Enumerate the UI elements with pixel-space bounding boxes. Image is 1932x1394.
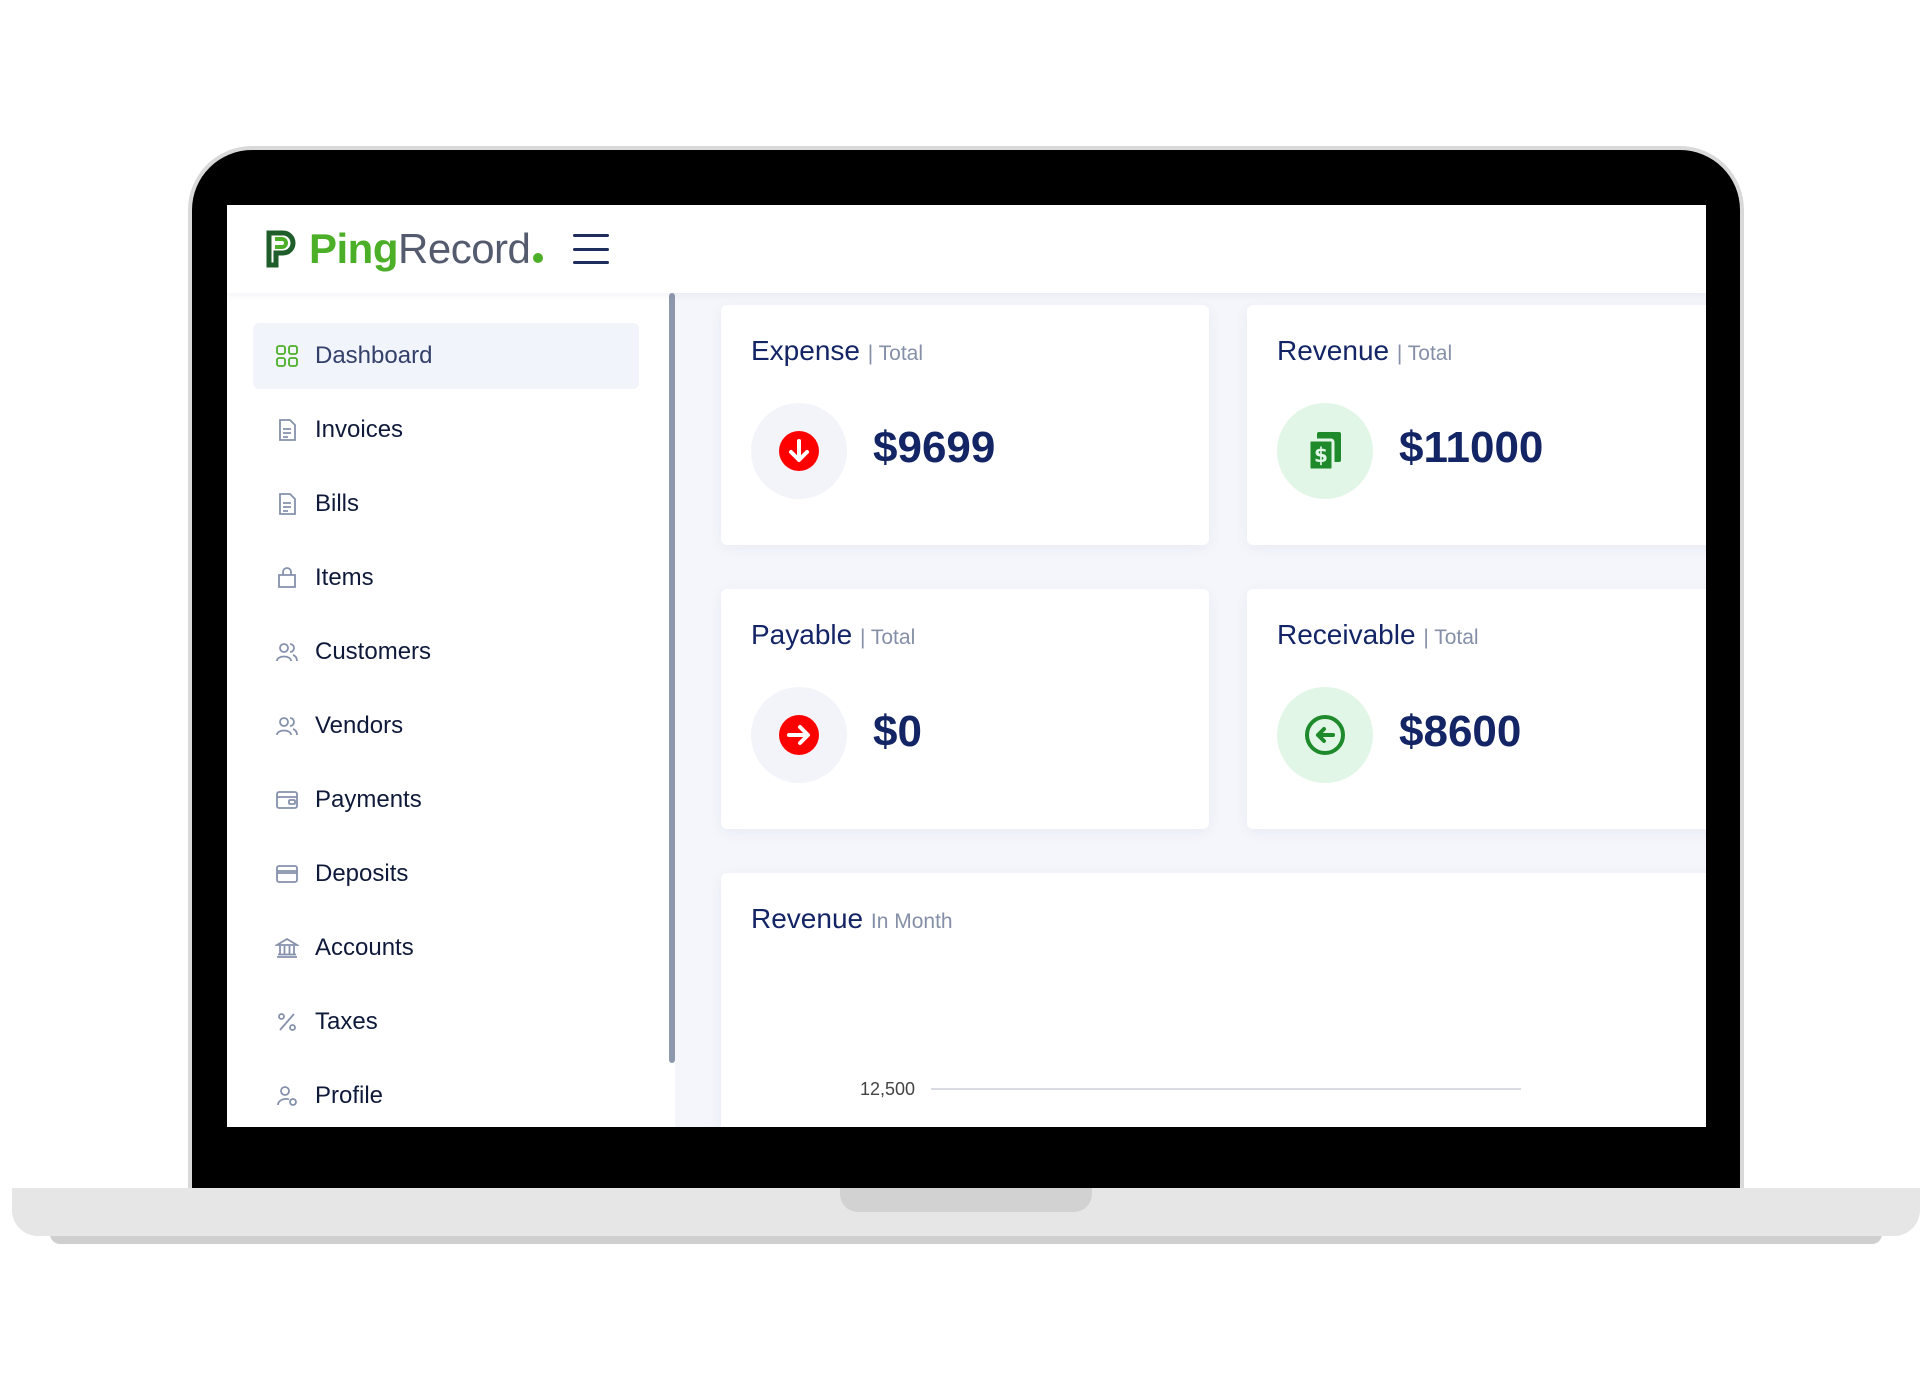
- sidebar-nav: Dashboard Invoices Bills Items Customers…: [253, 323, 639, 1127]
- percent-icon: [275, 1010, 299, 1034]
- sidebar-item-label: Deposits: [315, 860, 409, 887]
- sidebar-item-profile[interactable]: Profile: [253, 1063, 639, 1127]
- revenue-card: Revenue | Total $ $11000: [1247, 305, 1706, 545]
- arrow-right-circle-icon: [779, 715, 819, 755]
- sidebar-item-label: Accounts: [315, 934, 414, 961]
- menu-toggle-button[interactable]: [573, 234, 610, 264]
- sidebar-item-payments[interactable]: Payments: [253, 767, 639, 833]
- card-subtitle: | Total: [1423, 626, 1479, 649]
- hamburger-line: [573, 234, 610, 237]
- receivable-value: $8600: [1399, 707, 1522, 756]
- wallet-icon: [275, 788, 299, 812]
- hamburger-line: [573, 247, 610, 251]
- sidebar-item-label: Bills: [315, 490, 360, 517]
- logo-record: Record: [398, 225, 531, 272]
- sidebar-item-label: Dashboard: [315, 342, 433, 369]
- arrow-left-circle-icon: [1305, 715, 1345, 755]
- sidebar-item-label: Invoices: [315, 416, 404, 443]
- laptop-notch: [840, 1188, 1092, 1212]
- sidebar-item-bills[interactable]: Bills: [253, 471, 639, 537]
- sidebar-item-invoices[interactable]: Invoices: [253, 397, 639, 463]
- svg-text:$: $: [1314, 443, 1328, 467]
- top-bar: PingRecord: [227, 205, 1706, 293]
- document-icon: [275, 418, 299, 442]
- receivable-icon-wrap: [1277, 687, 1373, 783]
- receivable-card: Receivable | Total $8600: [1247, 589, 1706, 829]
- logo-text: PingRecord: [309, 225, 544, 272]
- card-title: Receivable | Total: [1277, 619, 1479, 651]
- grid-icon: [275, 344, 299, 368]
- card-title-text: Revenue: [1277, 335, 1390, 366]
- sidebar-item-dashboard[interactable]: Dashboard: [253, 323, 639, 389]
- payable-value: $0: [873, 707, 922, 756]
- app-screen: PingRecord Dashboard Invoices Bills Item…: [227, 205, 1706, 1127]
- revenue-chart: 12,500: [860, 1079, 1521, 1099]
- users-icon: [275, 714, 299, 738]
- card-title: Revenue | Total: [1277, 335, 1452, 367]
- expense-value: $9699: [873, 423, 996, 472]
- card-subtitle: | Total: [859, 626, 916, 649]
- payable-icon-wrap: [751, 687, 847, 783]
- card-subtitle: | Total: [1396, 342, 1453, 365]
- money-copy-icon: $: [1307, 432, 1341, 472]
- card-title-text: Receivable: [1277, 619, 1416, 650]
- expense-icon-wrap: [751, 403, 847, 499]
- document-icon: [275, 492, 299, 516]
- hamburger-line: [573, 261, 610, 264]
- payable-card: Payable | Total $0: [721, 589, 1209, 829]
- card-title-text: Expense: [751, 335, 860, 366]
- card-title: Payable | Total: [751, 619, 915, 651]
- sidebar-item-label: Taxes: [315, 1008, 378, 1035]
- sidebar-item-label: Payments: [315, 786, 422, 813]
- sidebar-item-taxes[interactable]: Taxes: [253, 989, 639, 1055]
- app-logo[interactable]: PingRecord: [263, 225, 544, 272]
- logo-mark-icon: [266, 230, 296, 268]
- sidebar-item-customers[interactable]: Customers: [253, 619, 639, 685]
- logo-dot: [533, 253, 544, 263]
- revenue-chart-card: Revenue In Month 12,500: [721, 873, 1706, 1127]
- sidebar-scrollbar[interactable]: [669, 293, 675, 1063]
- sidebar-item-vendors[interactable]: Vendors: [253, 693, 639, 759]
- sidebar-item-label: Profile: [315, 1082, 384, 1109]
- sidebar-item-items[interactable]: Items: [253, 545, 639, 611]
- user-gear-icon: [275, 1084, 299, 1108]
- sidebar-item-label: Items: [315, 564, 374, 591]
- sidebar-item-accounts[interactable]: Accounts: [253, 915, 639, 981]
- y-tick-label: 12,500: [860, 1079, 915, 1099]
- revenue-value: $11000: [1399, 423, 1544, 472]
- users-icon: [275, 640, 299, 664]
- sidebar-item-label: Vendors: [315, 712, 404, 739]
- card-title-text: Payable: [751, 619, 853, 650]
- card-title: Expense | Total: [751, 335, 923, 367]
- sidebar: Dashboard Invoices Bills Items Customers…: [227, 293, 675, 1127]
- card-subtitle: | Total: [867, 342, 924, 365]
- bank-icon: [275, 936, 299, 960]
- revenue-icon-wrap: $: [1277, 403, 1373, 499]
- card-icon: [275, 862, 299, 886]
- expense-card: Expense | Total $9699: [721, 305, 1209, 545]
- sidebar-item-deposits[interactable]: Deposits: [253, 841, 639, 907]
- logo-ping: Ping: [309, 225, 399, 272]
- sidebar-item-label: Customers: [315, 638, 432, 665]
- arrow-down-circle-icon: [779, 431, 819, 471]
- bag-icon: [275, 566, 299, 590]
